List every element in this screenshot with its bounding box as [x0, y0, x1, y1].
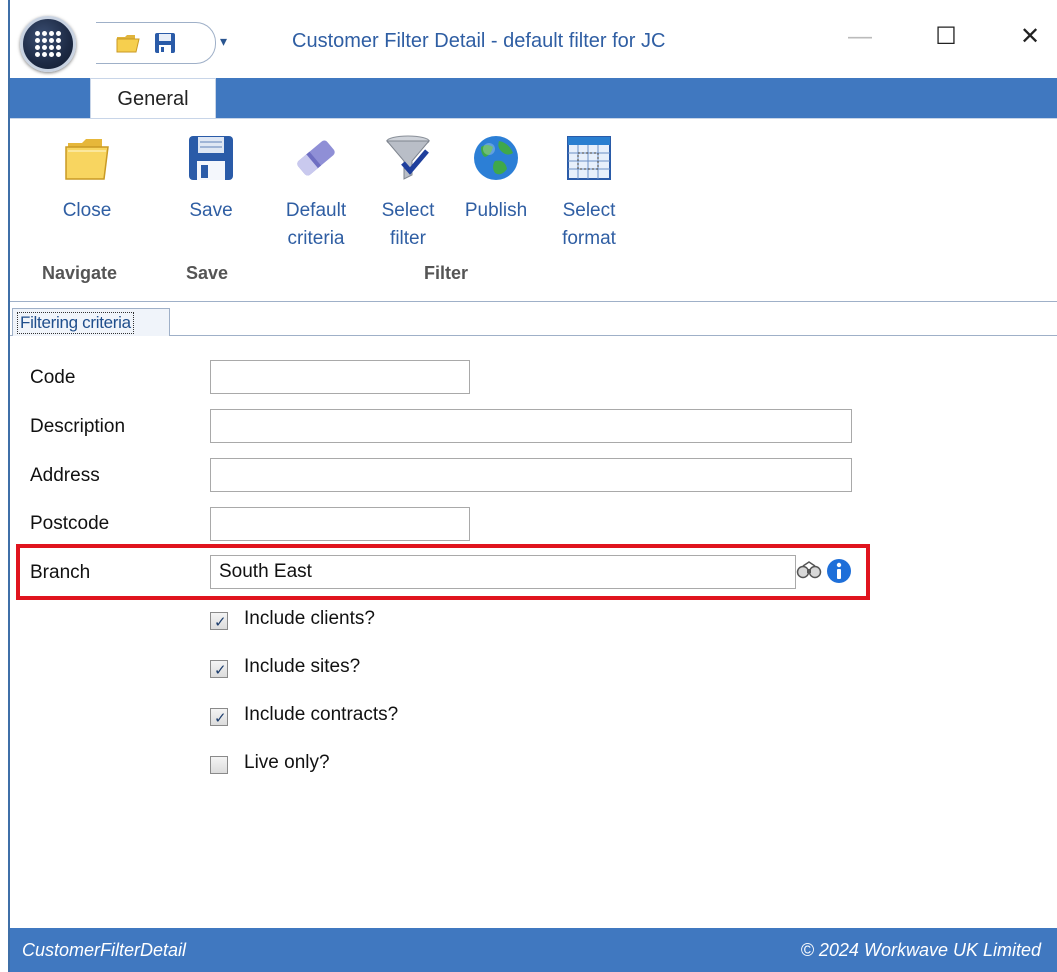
postcode-label: Postcode	[30, 513, 110, 534]
maximize-button[interactable]: ☐	[916, 20, 976, 56]
select-filter-line2: filter	[390, 228, 426, 249]
include-clients-checkbox[interactable]: ✓	[210, 612, 228, 631]
close-button[interactable]: Close	[54, 133, 120, 225]
publish-button[interactable]: Publish	[458, 133, 534, 225]
group-label-save: Save	[186, 263, 229, 283]
close-button-label: Close	[62, 200, 112, 221]
save-disk-icon	[189, 136, 233, 180]
code-input[interactable]	[210, 360, 470, 394]
app-grid-icon	[35, 31, 61, 57]
tab-general[interactable]: General	[90, 78, 216, 120]
status-copyright: © 2024 Workwave UK Limited	[800, 940, 1041, 960]
include-contracts-checkbox[interactable]: ✓	[210, 708, 228, 727]
funnel-check-icon	[385, 135, 431, 180]
status-form-name: CustomerFilterDetail	[22, 940, 187, 960]
default-criteria-line1: Default	[285, 200, 347, 221]
save-button[interactable]: Save	[178, 133, 244, 225]
include-contracts-label: Include contracts?	[244, 704, 399, 725]
window-title: Customer Filter Detail - default filter …	[292, 30, 666, 52]
tab-filtering-criteria-label: Filtering criteria	[17, 312, 134, 334]
select-format-button[interactable]: Select format	[552, 133, 626, 253]
publish-label: Publish	[464, 200, 528, 221]
include-sites-label: Include sites?	[244, 656, 361, 677]
close-window-button[interactable]: ✕	[1000, 20, 1057, 56]
branch-label: Branch	[30, 562, 91, 583]
postcode-input[interactable]	[210, 507, 470, 541]
minimize-button[interactable]: —	[830, 20, 890, 56]
folder-icon[interactable]	[116, 33, 140, 53]
select-format-line2: format	[562, 228, 616, 249]
qat-customize-dropdown[interactable]: ▾	[220, 33, 227, 50]
default-criteria-button[interactable]: Default criteria	[276, 133, 356, 253]
description-input[interactable]	[210, 409, 852, 443]
status-bar: CustomerFilterDetail © 2024 Workwave UK …	[10, 928, 1057, 972]
eraser-icon	[297, 140, 335, 176]
live-only-label: Live only?	[244, 752, 330, 773]
grid-format-icon	[567, 136, 611, 180]
select-filter-label: Select filter	[372, 197, 444, 253]
group-label-navigate: Navigate	[42, 263, 118, 283]
folder-icon	[65, 139, 109, 180]
tab-filtering-criteria[interactable]: Filtering criteria	[12, 308, 170, 336]
live-only-checkbox[interactable]	[210, 756, 228, 774]
quick-access-toolbar	[96, 22, 216, 64]
branch-input[interactable]	[210, 555, 796, 589]
select-filter-button[interactable]: Select filter	[372, 133, 444, 253]
application-window: ▾ Customer Filter Detail - default filte…	[8, 0, 1057, 972]
globe-icon	[474, 136, 518, 180]
description-label: Description	[30, 416, 126, 437]
select-format-label: Select format	[552, 197, 626, 253]
save-button-label: Save	[189, 200, 233, 221]
default-criteria-line2: criteria	[287, 228, 345, 249]
select-format-line1: Select	[562, 200, 616, 221]
save-icon[interactable]	[154, 32, 176, 54]
title-bar: ▾ Customer Filter Detail - default filte…	[10, 0, 1057, 78]
include-clients-label: Include clients?	[244, 608, 375, 629]
ribbon: Close Save Default criteria Select filte…	[10, 118, 1057, 302]
select-filter-line1: Select	[381, 200, 435, 221]
default-criteria-label: Default criteria	[276, 197, 356, 253]
check-mark-icon: ✓	[214, 710, 227, 727]
app-menu-button[interactable]	[20, 16, 76, 72]
info-icon[interactable]	[826, 558, 852, 584]
include-sites-checkbox[interactable]: ✓	[210, 660, 228, 679]
address-label: Address	[30, 465, 100, 486]
check-mark-icon: ✓	[214, 614, 227, 631]
group-label-filter: Filter	[424, 263, 469, 283]
code-label: Code	[30, 367, 76, 388]
address-input[interactable]	[210, 458, 852, 492]
check-mark-icon: ✓	[214, 662, 227, 679]
lookup-binoculars-icon[interactable]	[796, 560, 822, 580]
